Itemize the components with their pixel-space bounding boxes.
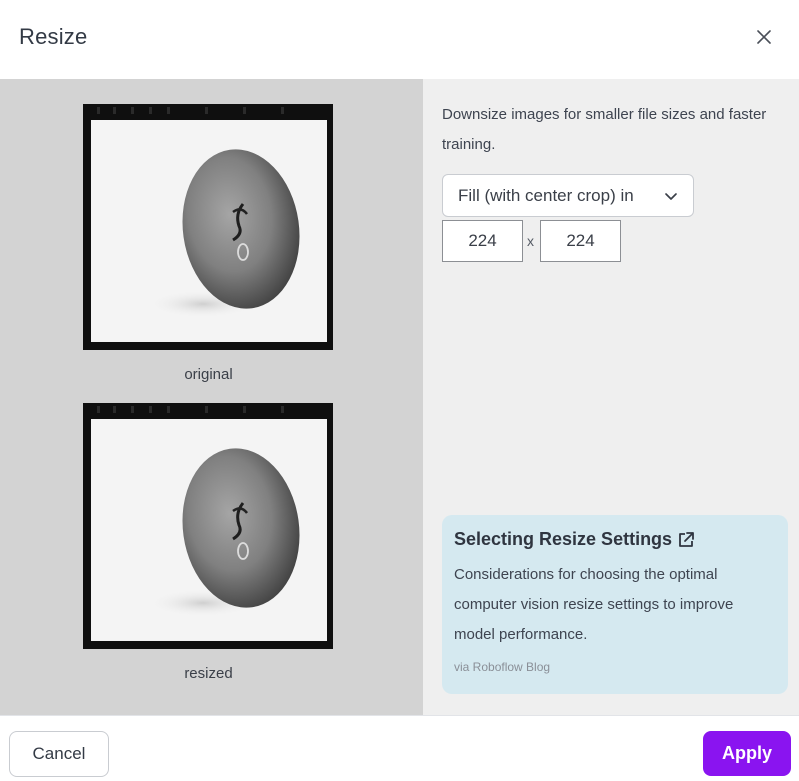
cancel-button[interactable]: Cancel xyxy=(9,731,109,777)
resize-mode-value: Fill (with center crop) in xyxy=(458,186,634,205)
preview-pane: original resized xyxy=(0,79,423,715)
external-link-icon xyxy=(679,531,694,547)
info-card-title: Selecting Resize Settings xyxy=(454,529,673,549)
width-input[interactable] xyxy=(442,220,523,262)
info-card-title-link[interactable]: Selecting Resize Settings xyxy=(454,529,696,550)
settings-pane: Downsize images for smaller file sizes a… xyxy=(423,79,799,715)
resized-preview-image xyxy=(83,403,333,649)
dimension-separator: x xyxy=(527,233,534,249)
original-caption: original xyxy=(184,366,233,383)
info-card-source: via Roboflow Blog xyxy=(454,660,551,674)
close-icon xyxy=(757,30,771,44)
resized-caption: resized xyxy=(184,665,233,682)
close-button[interactable] xyxy=(752,25,776,49)
resize-settings-info-card: Selecting Resize Settings Considerations… xyxy=(442,515,788,694)
dialog-title: Resize xyxy=(19,24,88,49)
apply-button[interactable]: Apply xyxy=(703,731,791,776)
info-card-body: Considerations for choosing the optimal … xyxy=(454,566,734,643)
dialog-header: Resize xyxy=(0,0,799,79)
dialog-footer: Cancel Apply xyxy=(0,715,799,781)
height-input[interactable] xyxy=(540,220,621,262)
original-preview-image xyxy=(83,104,333,350)
resize-mode-select[interactable]: Fill (with center crop) in xyxy=(442,174,694,217)
resize-description: Downsize images for smaller file sizes a… xyxy=(442,106,767,153)
chevron-down-icon xyxy=(665,193,677,200)
